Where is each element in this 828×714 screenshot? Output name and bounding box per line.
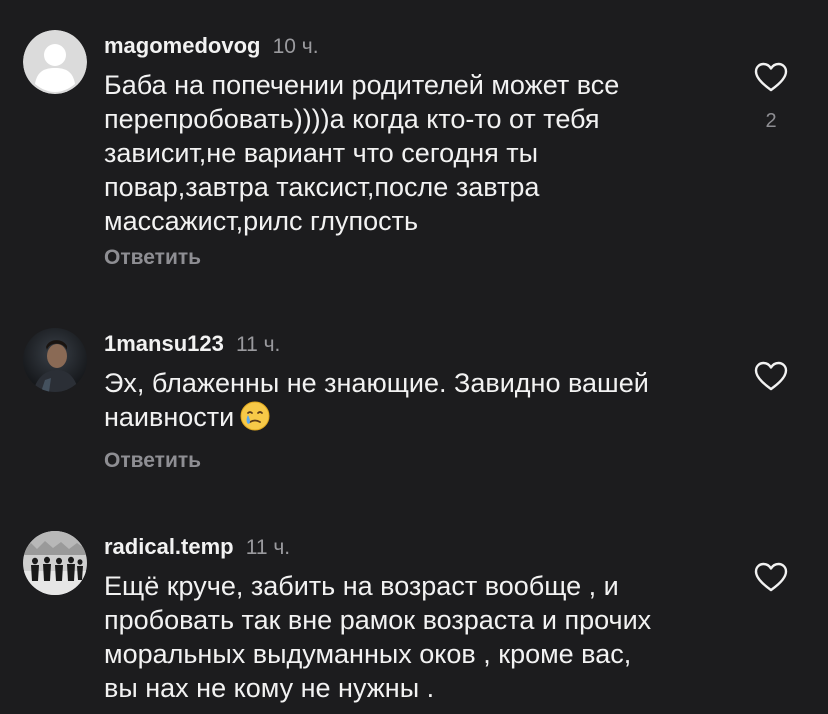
username[interactable]: 1mansu123 (104, 331, 224, 356)
timestamp: 11 ч. (245, 536, 291, 559)
like-button[interactable] (752, 562, 790, 592)
reply-button[interactable]: Ответить (104, 246, 201, 270)
group-photo-avatar (23, 531, 87, 595)
comment-line: Эх, блаженны не знающие. Завидно вашей (104, 368, 649, 398)
timestamp: 10 ч. (272, 35, 319, 58)
like-count: 2 (765, 110, 777, 132)
avatar[interactable] (23, 531, 87, 595)
comment-line: вы нах не кому не нужны . (104, 673, 435, 703)
avatar[interactable] (23, 30, 87, 94)
comment-line-text: наивности (104, 402, 235, 432)
heart-icon (754, 361, 788, 391)
comment-line: пробовать так вне рамок возраста и прочи… (104, 605, 652, 635)
comment-text: Баба на попечении родителей может все пе… (104, 68, 714, 238)
photo-avatar (23, 328, 87, 392)
comment-meta: 1mansu123 11 ч. (104, 330, 714, 358)
comment-line: зависит,не вариант что сегодня ты (104, 138, 539, 168)
heart-icon (754, 62, 788, 92)
avatar[interactable] (23, 328, 87, 392)
comment-line: наивности (104, 400, 714, 439)
comment-line: перепробовать))))а когда кто-то от тебя (104, 104, 600, 134)
comment-line: массажист,рилс глупость (104, 206, 419, 236)
comment-line: Баба на попечении родителей может все (104, 70, 620, 100)
reply-button[interactable]: Ответить (104, 449, 201, 473)
comment-meta: radical.temp 11 ч. (104, 533, 714, 561)
comment-line: Ещё круче, забить на возраст вообще , и (104, 571, 619, 601)
like-button[interactable]: 2 (752, 62, 790, 133)
comment-text: Ещё круче, забить на возраст вообще , и … (104, 569, 714, 705)
like-button[interactable] (752, 361, 790, 391)
username[interactable]: magomedovog (104, 33, 260, 58)
timestamp: 11 ч. (235, 333, 281, 356)
crying-face-emoji-icon (240, 401, 270, 439)
default-avatar-icon (23, 30, 87, 94)
comment-line: моральных выдуманных оков , кроме вас, (104, 639, 632, 669)
comment-line: повар,завтра таксист,после завтра (104, 172, 540, 202)
comment-meta: magomedovog 10 ч. (104, 32, 714, 60)
comment-text: Эх, блаженны не знающие. Завидно вашей н… (104, 366, 714, 439)
heart-icon (754, 562, 788, 592)
username[interactable]: radical.temp (104, 534, 234, 559)
